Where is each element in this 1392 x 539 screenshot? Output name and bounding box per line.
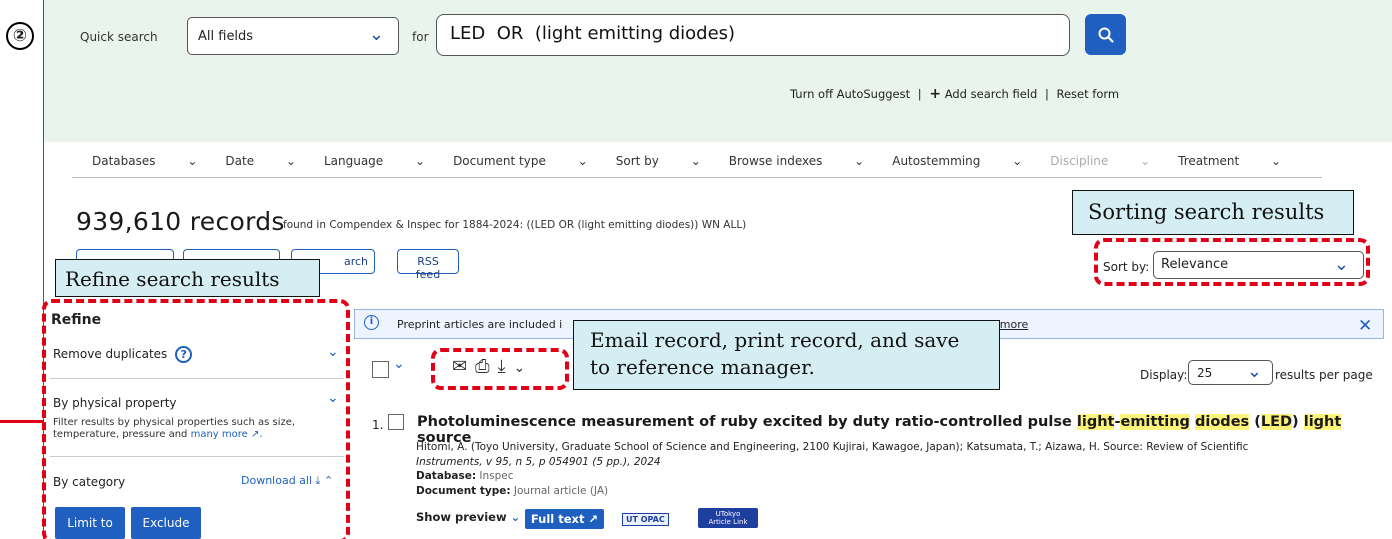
ut-opac-link[interactable]: UT OPAC xyxy=(622,513,669,526)
select-all-checkbox[interactable] xyxy=(372,361,389,378)
chevron-down-icon: ⌄ xyxy=(1333,254,1349,275)
record-doctype: Document type: Journal article (JA) xyxy=(416,485,609,498)
chevron-down-icon[interactable]: ⌄ xyxy=(393,356,405,372)
separator: | xyxy=(1044,87,1049,101)
field-select-value: All fields xyxy=(198,29,254,44)
pointer-line xyxy=(0,420,44,423)
add-search-field-link[interactable]: Add search field xyxy=(945,87,1038,101)
actions-highlight xyxy=(431,348,569,390)
filter-sort-by[interactable]: Sort by ⌄ xyxy=(616,154,701,168)
sort-select[interactable]: Relevance ⌄ xyxy=(1153,251,1364,279)
record-authors: Hitomi, A. (Toyo University, Graduate Sc… xyxy=(416,441,1249,453)
record-source: Instruments, v 95, n 5, p 054901 (5 pp.)… xyxy=(416,455,661,468)
callout-sorting: Sorting search results xyxy=(1072,190,1354,235)
separator: | xyxy=(917,87,922,101)
step-marker: ② xyxy=(6,22,34,50)
filter-discipline: Discipline ⌄ xyxy=(1050,154,1151,168)
rss-feed-button[interactable]: RSS feed xyxy=(397,249,459,281)
filter-date[interactable]: Date ⌄ xyxy=(225,154,296,168)
show-preview-link[interactable]: Show preview ⌄ xyxy=(416,510,520,524)
quick-search-label: Quick search xyxy=(80,30,158,44)
close-icon[interactable]: ✕ xyxy=(1358,316,1372,336)
filter-treatment[interactable]: Treatment ⌄ xyxy=(1178,154,1281,168)
record-database: Database: Inspec xyxy=(416,470,514,483)
sort-select-value: Relevance xyxy=(1161,257,1229,272)
record-checkbox[interactable] xyxy=(388,414,404,430)
display-select[interactable]: 25 ⌄ xyxy=(1188,360,1273,385)
filter-databases[interactable]: Databases ⌄ xyxy=(92,154,197,168)
filter-divider xyxy=(72,177,1322,178)
record-meta: Hitomi, A. (Toyo University, Graduate Sc… xyxy=(416,440,1376,499)
filter-autostemming[interactable]: Autostemming ⌄ xyxy=(892,154,1022,168)
chevron-down-icon: ⌄ xyxy=(368,24,384,45)
results-per-page-label: results per page xyxy=(1275,368,1373,382)
sort-label: Sort by: xyxy=(1103,260,1150,274)
add-icon: + xyxy=(929,86,942,102)
search-options: Turn off AutoSuggest | + Add search fiel… xyxy=(790,86,1119,102)
turn-off-autosuggest-link[interactable]: Turn off AutoSuggest xyxy=(790,87,910,101)
search-input[interactable]: LED OR (light emitting diodes) xyxy=(436,14,1070,56)
full-text-button[interactable]: Full text ↗ xyxy=(525,509,604,529)
chevron-down-icon: ⌄ xyxy=(1246,361,1262,382)
filter-language[interactable]: Language ⌄ xyxy=(324,154,425,168)
refine-highlight xyxy=(42,299,350,539)
utokyo-article-link[interactable]: UTokyo Article Link xyxy=(698,508,758,528)
info-icon: i xyxy=(364,315,379,330)
callout-refine: Refine search results xyxy=(55,259,320,297)
display-label: Display: xyxy=(1140,368,1188,382)
reset-form-link[interactable]: Reset form xyxy=(1056,87,1119,101)
preprint-text: Preprint articles are included i xyxy=(397,318,563,331)
filter-browse-indexes[interactable]: Browse indexes ⌄ xyxy=(729,154,864,168)
search-button[interactable] xyxy=(1085,14,1126,55)
filter-bar: Databases ⌄ Date ⌄ Language ⌄ Document t… xyxy=(92,154,1309,168)
display-select-value: 25 xyxy=(1197,366,1213,380)
results-found-text: found in Compendex & Inspec for 1884-202… xyxy=(283,219,747,231)
for-label: for xyxy=(412,30,429,44)
callout-email: Email record, print record, and save to … xyxy=(573,320,1000,390)
results-count: 939,610 records xyxy=(76,207,285,236)
search-icon xyxy=(1098,27,1114,43)
filter-document-type[interactable]: Document type ⌄ xyxy=(453,154,588,168)
record-number: 1. xyxy=(372,418,384,432)
field-select[interactable]: All fields ⌄ xyxy=(187,17,399,55)
